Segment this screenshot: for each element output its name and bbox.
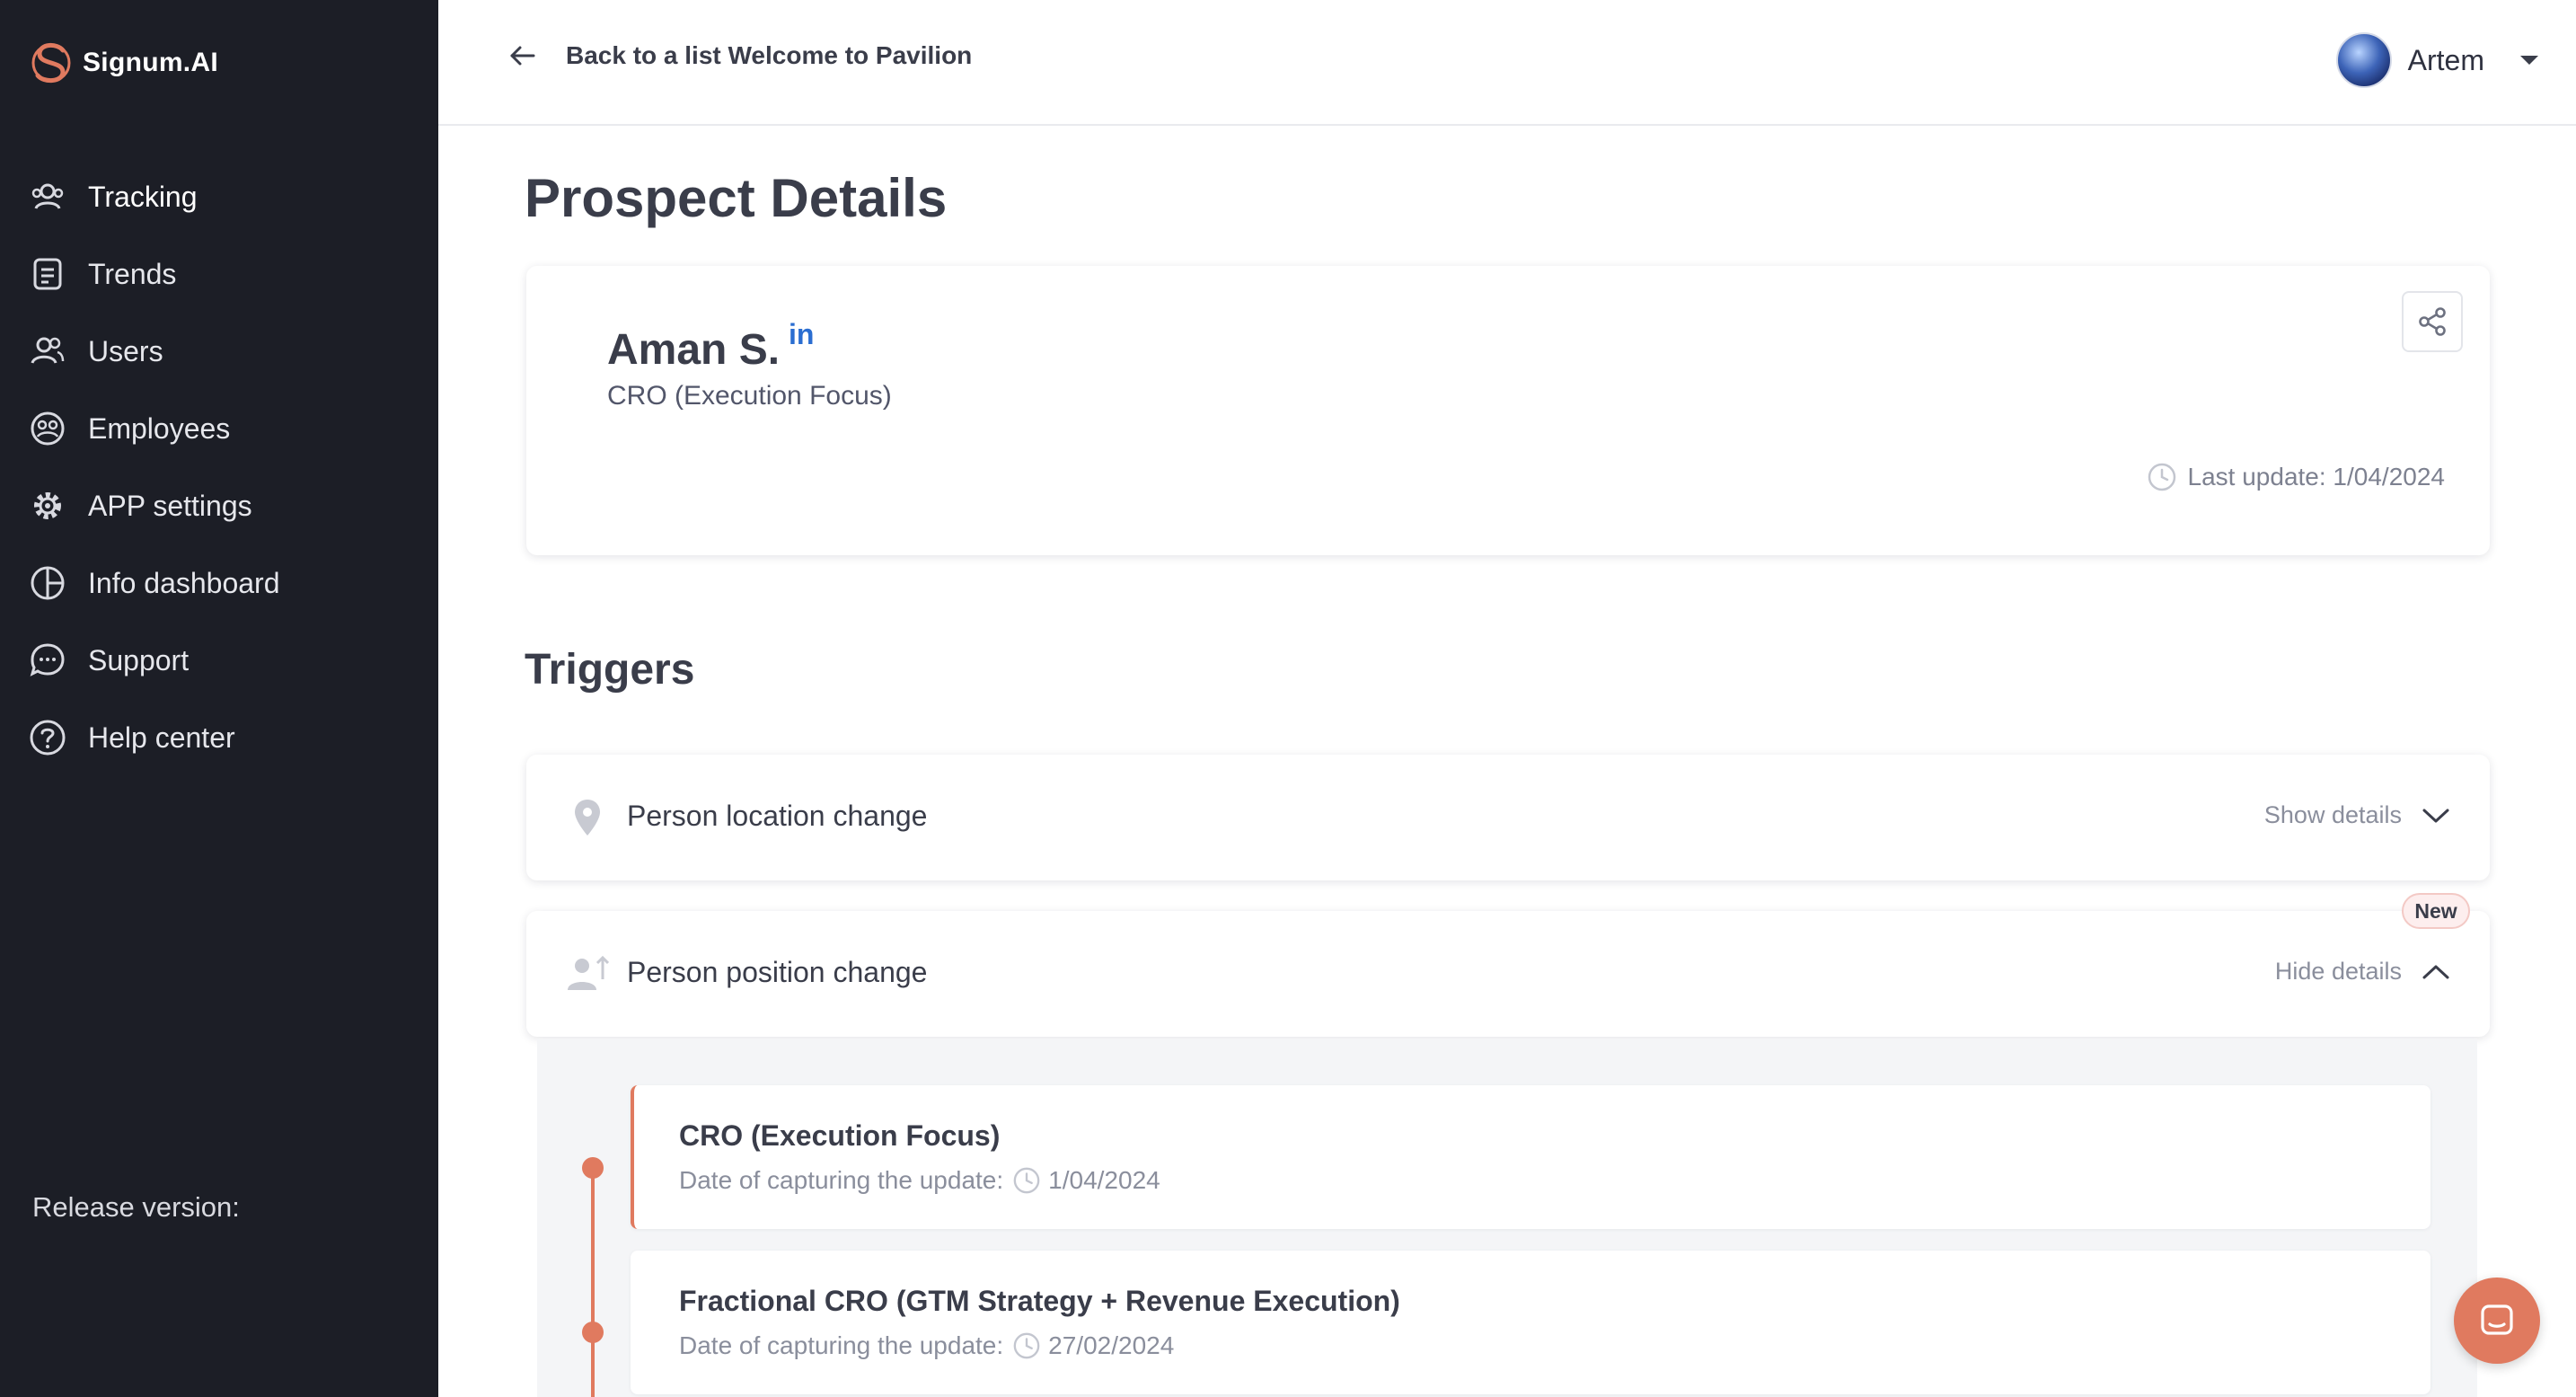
chat-launcher-button[interactable] (2454, 1278, 2540, 1364)
chevron-down-icon (2422, 809, 2449, 822)
app-root: Signum.AI Tracking Trends Users Employee… (0, 0, 2576, 1397)
history-entry-meta: Date of capturing the update: 27/02/2024 (679, 1331, 1174, 1360)
clock-icon (2148, 463, 2175, 491)
chat-icon (2481, 1304, 2513, 1335)
pie-chart-icon (31, 566, 65, 600)
timeline-dot (582, 1322, 604, 1343)
sidebar: Signum.AI Tracking Trends Users Employee… (0, 0, 438, 1397)
brand-name: Signum.AI (83, 48, 219, 77)
toggle-label: Hide details (2274, 958, 2402, 985)
sidebar-item-app-settings[interactable]: APP settings (0, 467, 438, 544)
share-icon (2419, 307, 2446, 336)
history-entry-title: Fractional CRO (GTM Strategy + Revenue E… (679, 1285, 1400, 1317)
chevron-up-icon (2422, 965, 2449, 978)
avatar (2335, 32, 2392, 88)
sidebar-item-label: Help center (88, 721, 235, 754)
prospect-role: CRO (Execution Focus) (607, 381, 892, 411)
show-details-toggle[interactable]: Show details (2264, 801, 2450, 829)
last-update-text: Last update: 1/04/2024 (2187, 463, 2445, 491)
sidebar-item-info-dashboard[interactable]: Info dashboard (0, 544, 438, 622)
release-version: Release version: (32, 1191, 240, 1223)
triggers-title: Triggers (525, 646, 695, 694)
sidebar-item-label: Tracking (88, 180, 198, 213)
sidebar-item-users[interactable]: Users (0, 313, 438, 390)
back-link-label: Back to a list Welcome to Pavilion (566, 41, 973, 69)
history-entry-title: CRO (Execution Focus) (679, 1119, 1001, 1152)
user-menu[interactable]: Artem (2335, 32, 2540, 88)
chat-bubble-icon (30, 643, 65, 676)
trigger-label: Person location change (627, 800, 928, 832)
help-circle-icon (30, 720, 66, 756)
timeline-dot (582, 1157, 604, 1179)
gear-icon (34, 492, 61, 519)
trigger-position-change[interactable]: Person position change Hide details (526, 911, 2490, 1037)
location-pin-icon (575, 800, 600, 836)
sidebar-item-help-center[interactable]: Help center (0, 699, 438, 776)
linkedin-icon[interactable]: in (789, 318, 814, 351)
sidebar-item-label: Trends (88, 257, 177, 290)
sidebar-item-label: Info dashboard (88, 566, 280, 599)
sidebar-nav: Tracking Trends Users Employees APP sett… (0, 158, 438, 776)
sidebar-item-employees[interactable]: Employees (0, 390, 438, 467)
caret-down-icon (2520, 56, 2538, 65)
history-entry: CRO (Execution Focus) Date of capturing … (631, 1085, 2430, 1229)
capture-date: 27/02/2024 (1048, 1331, 1175, 1359)
toggle-label: Show details (2263, 801, 2402, 828)
users-icon (31, 337, 65, 364)
sidebar-item-tracking[interactable]: Tracking (0, 158, 438, 235)
last-update: Last update: 1/04/2024 (2147, 462, 2445, 492)
share-button[interactable] (2402, 291, 2463, 352)
signum-logo-icon (31, 43, 71, 83)
timeline-line (591, 1164, 595, 1397)
sidebar-item-label: Users (88, 334, 163, 367)
hide-details-toggle[interactable]: Hide details (2275, 958, 2450, 986)
sidebar-item-label: APP settings (88, 489, 252, 522)
new-badge: New (2402, 893, 2470, 929)
prospect-card: Aman S. in CRO (Execution Focus) Last up… (526, 266, 2490, 555)
user-name: Artem (2407, 43, 2484, 76)
prospect-name: Aman S. (607, 326, 781, 374)
clock-icon (1013, 1167, 1040, 1194)
back-link[interactable]: Back to a list Welcome to Pavilion (507, 40, 972, 72)
sidebar-item-label: Support (88, 643, 190, 676)
sidebar-item-label: Employees (88, 411, 231, 445)
trigger-label: Person position change (627, 956, 928, 988)
history-entry-meta: Date of capturing the update: 1/04/2024 (679, 1166, 1160, 1195)
capture-date-label: Date of capturing the update: (679, 1166, 1004, 1194)
users-tracking-icon (31, 183, 64, 209)
history-entry: Fractional CRO (GTM Strategy + Revenue E… (631, 1251, 2430, 1394)
person-up-icon (568, 955, 609, 990)
top-header: Back to a list Welcome to Pavilion Artem (438, 0, 2576, 126)
capture-date: 1/04/2024 (1048, 1166, 1160, 1194)
arrow-left-icon (510, 46, 535, 66)
sidebar-item-trends[interactable]: Trends (0, 235, 438, 313)
brand[interactable]: Signum.AI (31, 40, 218, 86)
employees-icon (31, 411, 65, 446)
document-icon (33, 258, 62, 290)
clock-icon (1013, 1332, 1040, 1359)
sidebar-item-support[interactable]: Support (0, 622, 438, 699)
page-title: Prospect Details (525, 168, 948, 228)
trigger-location-change[interactable]: Person location change Show details (526, 755, 2490, 880)
capture-date-label: Date of capturing the update: (679, 1331, 1004, 1359)
